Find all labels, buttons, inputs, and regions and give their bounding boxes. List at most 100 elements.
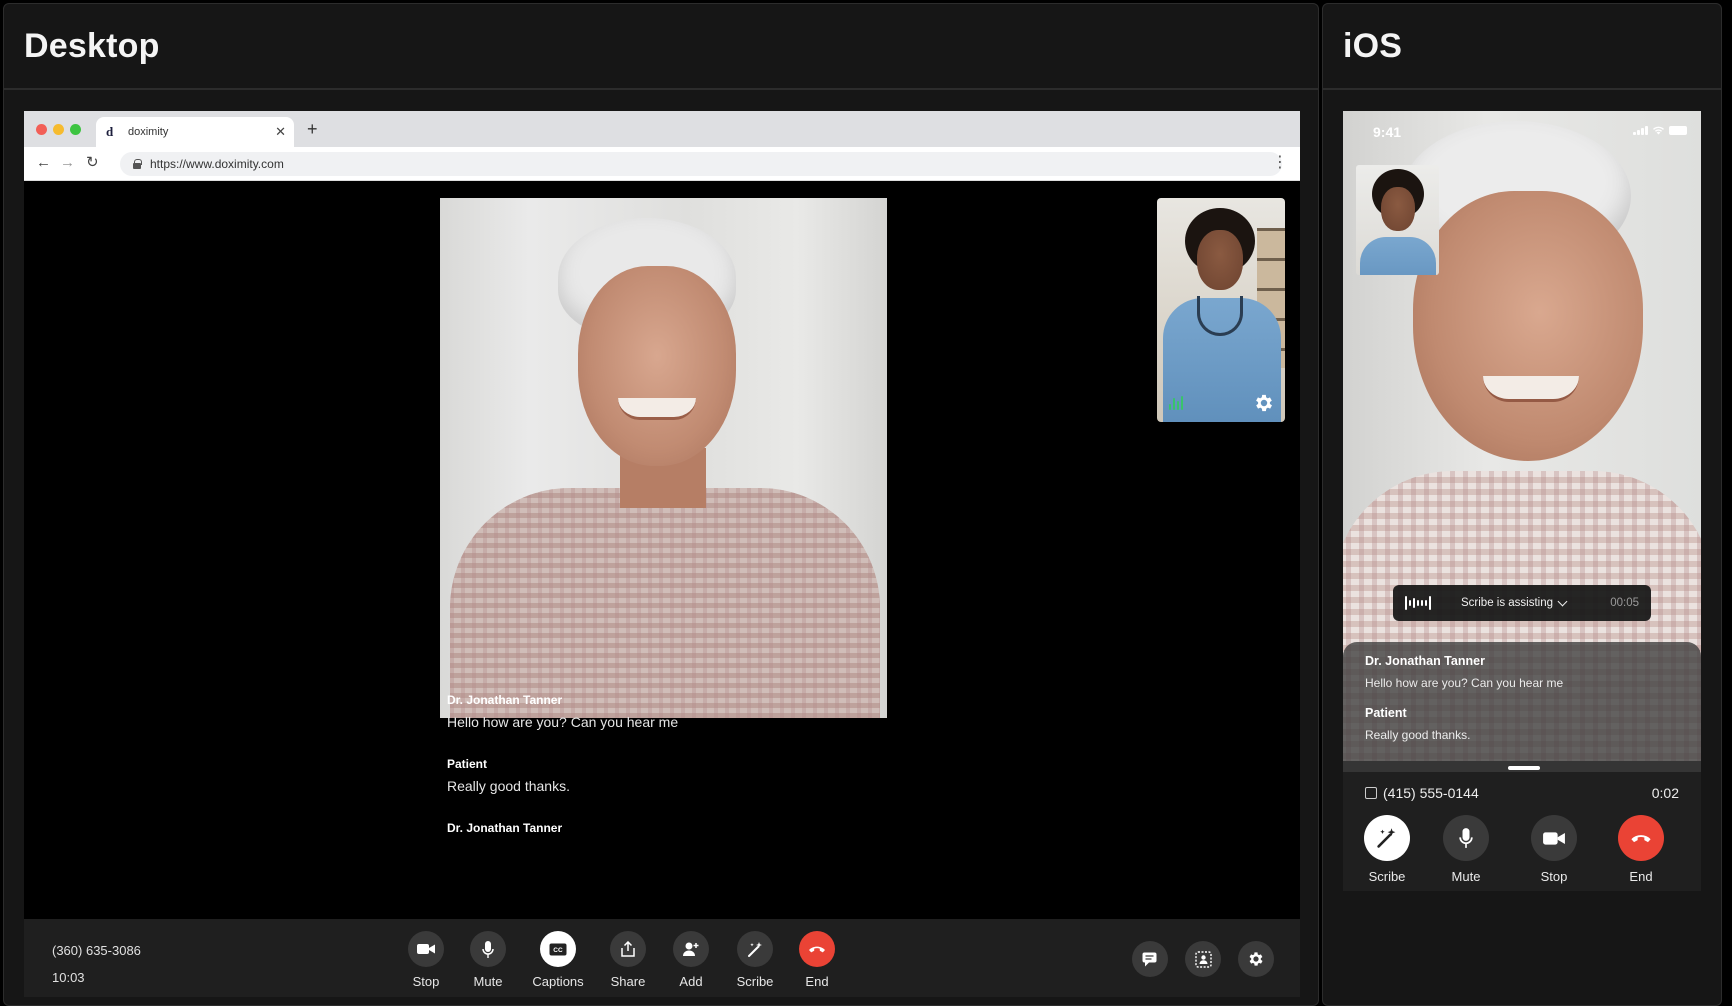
scribe-wand-icon xyxy=(1377,828,1396,848)
patient-face xyxy=(1413,191,1643,461)
ios-call-duration: 0:02 xyxy=(1651,785,1679,801)
add-label: Add xyxy=(679,974,703,989)
patient-smile xyxy=(1483,376,1579,402)
transcript-speaker: Patient xyxy=(447,757,488,771)
url-text: https://www.doximity.com xyxy=(150,157,284,171)
ios-panel-title: iOS xyxy=(1343,26,1403,65)
share-button[interactable]: Share xyxy=(598,931,658,989)
phone-handset-icon xyxy=(1365,787,1377,799)
scribe-status-pill[interactable]: Scribe is assisting 00:05 xyxy=(1393,585,1651,621)
captions-button[interactable]: CC Captions xyxy=(528,931,588,989)
maximize-window-dot[interactable] xyxy=(70,124,81,135)
call-duration: 10:03 xyxy=(52,970,85,985)
ios-mute-label: Mute xyxy=(1451,869,1481,884)
lock-icon xyxy=(132,159,142,169)
mute-button[interactable]: Mute xyxy=(458,931,518,989)
back-arrow-icon[interactable]: ← xyxy=(36,154,51,172)
desktop-panel-title: Desktop xyxy=(24,26,160,65)
ios-call-controls: (415) 555-0144 0:02 Scribe Mute Stop End xyxy=(1343,771,1701,891)
scribe-timer: 00:05 xyxy=(1610,597,1639,609)
captions-label: Captions xyxy=(532,974,584,989)
patient-shirt xyxy=(450,488,880,718)
cellular-signal-icon xyxy=(1633,126,1648,135)
transcript-text: Really good thanks. xyxy=(447,778,570,794)
forward-arrow-icon[interactable]: → xyxy=(60,154,75,172)
ios-stop-video-button[interactable]: Stop xyxy=(1521,815,1587,884)
call-settings-button[interactable] xyxy=(1238,941,1274,977)
participants-icon xyxy=(1194,950,1212,968)
call-phone-number: (360) 635-3086 xyxy=(52,943,141,958)
desktop-panel-header: Desktop xyxy=(4,4,1318,90)
self-view-settings-gear-icon[interactable] xyxy=(1253,392,1275,414)
browser-menu-kebab-icon[interactable]: ⋮ xyxy=(1272,153,1288,173)
wifi-icon xyxy=(1653,126,1664,135)
patient-smile xyxy=(618,398,696,420)
ios-doctor-self-view[interactable] xyxy=(1356,165,1439,275)
add-participant-button[interactable]: Add xyxy=(661,931,721,989)
close-window-dot[interactable] xyxy=(36,124,47,135)
transcript-entry: Patient Really good thanks. xyxy=(447,757,947,794)
settings-gear-icon xyxy=(1249,952,1263,966)
ios-mute-button[interactable]: Mute xyxy=(1433,815,1499,884)
call-info: (360) 635-3086 10:03 xyxy=(52,937,141,991)
desktop-call-controls: (360) 635-3086 10:03 Stop Mute CC Captio… xyxy=(24,919,1300,997)
scribe-waveform-icon xyxy=(1405,596,1431,610)
end-call-icon xyxy=(1631,835,1651,843)
tab-close-icon[interactable]: ✕ xyxy=(275,124,286,140)
end-label: End xyxy=(805,974,829,989)
transcript-text: Hello how are you? Can you hear me xyxy=(1365,676,1564,690)
url-field[interactable]: https://www.doximity.com xyxy=(120,152,1282,176)
microphone-icon xyxy=(482,940,494,958)
reload-icon[interactable]: ↻ xyxy=(86,154,99,172)
patient-face xyxy=(578,266,736,466)
doctor-face xyxy=(1197,230,1243,290)
chat-button[interactable] xyxy=(1132,941,1168,977)
transcript-speaker: Dr. Jonathan Tanner xyxy=(447,693,563,707)
transcript-text: Really good thanks. xyxy=(1365,728,1471,742)
chevron-down-icon xyxy=(1557,596,1568,606)
ios-phone-number: (415) 555-0144 xyxy=(1383,785,1479,801)
participants-button[interactable] xyxy=(1185,941,1221,977)
stop-label: Stop xyxy=(412,974,440,989)
call-viewport: Dr. Jonathan Tanner Hello how are you? C… xyxy=(24,181,1300,919)
new-tab-plus-icon[interactable]: + xyxy=(307,119,318,139)
captions-icon: CC xyxy=(549,943,567,955)
ios-end-call-button[interactable]: End xyxy=(1608,815,1674,884)
scribe-wand-icon xyxy=(747,941,762,957)
svg-text:CC: CC xyxy=(553,947,563,954)
ios-panel-header: iOS xyxy=(1323,4,1721,90)
doctor-scrubs xyxy=(1360,237,1436,275)
ios-scribe-button[interactable]: Scribe xyxy=(1354,815,1420,884)
video-camera-icon xyxy=(1543,831,1565,845)
end-call-button[interactable]: End xyxy=(787,931,847,989)
tab-title: doximity xyxy=(128,126,169,138)
add-person-icon xyxy=(683,942,699,956)
ios-phone-screen: 9:41 Scribe is assisting 00:05 Dr. Jonat… xyxy=(1343,111,1701,891)
minimize-window-dot[interactable] xyxy=(53,124,64,135)
chat-icon xyxy=(1142,952,1156,966)
share-icon xyxy=(621,941,635,957)
ios-stop-label: Stop xyxy=(1540,869,1568,884)
ios-panel: iOS 9:41 Scribe is assisting 00:05 Dr. J… xyxy=(1322,3,1722,1006)
share-label: Share xyxy=(610,974,646,989)
transcript-speaker: Dr. Jonathan Tanner xyxy=(447,821,563,835)
ios-transcript-sheet[interactable]: Dr. Jonathan Tanner Hello how are you? C… xyxy=(1343,642,1701,772)
desktop-panel: Desktop d doximity ✕ + ← → ↻ https://www… xyxy=(3,3,1319,1006)
stop-video-button[interactable]: Stop xyxy=(396,931,456,989)
scribe-status-label: Scribe is assisting xyxy=(1461,597,1554,609)
scribe-button[interactable]: Scribe xyxy=(725,931,785,989)
browser-tab-bar: d doximity ✕ + xyxy=(24,111,1300,147)
doctor-self-view[interactable] xyxy=(1157,198,1285,422)
address-bar: ← → ↻ https://www.doximity.com ⋮ xyxy=(24,147,1300,181)
transcript-text: Hello how are you? Can you hear me xyxy=(447,714,679,730)
browser-tab[interactable]: d doximity ✕ xyxy=(96,117,294,147)
sheet-drag-handle[interactable] xyxy=(1508,766,1540,770)
ios-call-phone: (415) 555-0144 xyxy=(1365,785,1479,801)
transcript-speaker: Dr. Jonathan Tanner xyxy=(1365,654,1485,668)
ios-end-label: End xyxy=(1629,869,1653,884)
mute-label: Mute xyxy=(473,974,503,989)
patient-video xyxy=(440,198,887,718)
ios-scribe-label: Scribe xyxy=(1368,869,1406,884)
video-camera-icon xyxy=(417,944,435,954)
scribe-label: Scribe xyxy=(736,974,774,989)
